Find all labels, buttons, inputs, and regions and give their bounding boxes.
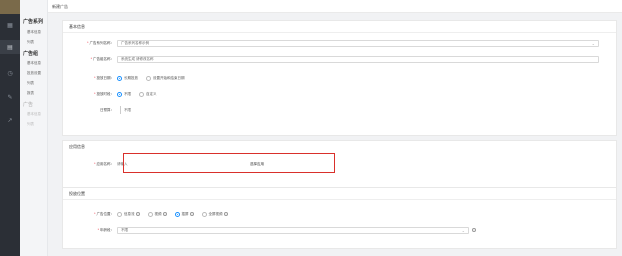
placement-header: 投放位置 bbox=[63, 188, 616, 200]
help-icon[interactable] bbox=[162, 212, 167, 216]
group-name-value: 系统生成 请修改名称 bbox=[121, 56, 154, 61]
group-name-input[interactable]: 系统生成 请修改名称 bbox=[117, 55, 599, 63]
budget-value: 不限 bbox=[124, 107, 131, 112]
radio-dot bbox=[201, 211, 207, 217]
radio-dot bbox=[146, 75, 151, 81]
placement-card: 投放位置 * 广告位置： 信息流 视频 插屏 全屏视频 * 年龄段： 不限 ⌄ bbox=[62, 187, 617, 249]
group-name-row: * 广告组名称： 系统生成 请修改名称 bbox=[63, 54, 599, 64]
age-label: * 年龄段： bbox=[97, 227, 114, 232]
period-label: * 投放时段： bbox=[94, 91, 114, 96]
position-radio-interstitial[interactable]: 插屏 bbox=[174, 211, 194, 217]
icon-rail: ▦ ▤ ◷ ✎ ↗ bbox=[0, 0, 20, 256]
age-select[interactable]: 不限 ⌄ bbox=[117, 226, 469, 234]
radio-dot bbox=[174, 211, 180, 217]
radio-dot bbox=[147, 211, 153, 217]
divider bbox=[120, 106, 121, 114]
campaign-label: * 广告系列名称： bbox=[87, 40, 114, 45]
menu-item-adgroup-list[interactable]: 列表 bbox=[27, 81, 34, 86]
schedule-radio-date-range[interactable]: 设置开始和结束日期 bbox=[146, 75, 185, 81]
position-radio-feed[interactable]: 信息流 bbox=[117, 211, 140, 217]
radio-dot bbox=[117, 75, 122, 81]
age-value: 不限 bbox=[121, 227, 128, 232]
schedule-radio-long-term[interactable]: 长期投放 bbox=[117, 75, 138, 81]
app-info-header: 应用信息 bbox=[69, 144, 85, 149]
campaign-value: 广告系列名称示例 bbox=[121, 40, 149, 45]
position-row: * 广告位置： 信息流 视频 插屏 全屏视频 bbox=[63, 209, 236, 219]
position-radio-fullscreen[interactable]: 全屏视频 bbox=[201, 211, 228, 217]
menu-item-adgroup-basic[interactable]: 基本信息 bbox=[27, 61, 41, 66]
radio-dot bbox=[117, 91, 122, 97]
radio-dot bbox=[117, 211, 122, 217]
chevron-down-icon: ⌄ bbox=[591, 40, 595, 46]
menu-group-ad: 广告 bbox=[23, 102, 34, 108]
age-row: * 年龄段： 不限 ⌄ bbox=[63, 225, 476, 235]
document-icon[interactable]: ▤ bbox=[0, 40, 20, 54]
menu-item-adgroup-delivery[interactable]: 投放设置 bbox=[27, 71, 41, 76]
budget-row: 日预算： 不限 bbox=[63, 105, 131, 115]
menu-group-adgroup: 广告组 bbox=[23, 51, 39, 57]
help-icon[interactable] bbox=[135, 212, 140, 216]
breadcrumb[interactable]: 新建广告 bbox=[52, 4, 68, 10]
app-logo bbox=[0, 0, 20, 14]
campaign-select[interactable]: 广告系列名称示例 ⌄ bbox=[117, 39, 599, 47]
basic-info-header: 基本信息 bbox=[63, 21, 616, 33]
schedule-row: * 投放日期： 长期投放 设置开始和结束日期 bbox=[63, 73, 193, 83]
menu-item-adgroup-report[interactable]: 报表 bbox=[27, 91, 34, 96]
menu-item-ad-list[interactable]: 列表 bbox=[27, 122, 34, 127]
highlight-box bbox=[123, 153, 335, 173]
position-label: * 广告位置： bbox=[94, 211, 114, 216]
help-icon[interactable] bbox=[223, 212, 228, 216]
secondary-menu: 广告系列 基本信息 列表 广告组 基本信息 投放设置 列表 报表 广告 基本信息… bbox=[20, 0, 48, 256]
help-icon[interactable] bbox=[189, 212, 194, 216]
menu-item-ad-basic[interactable]: 基本信息 bbox=[27, 112, 41, 117]
budget-label: 日预算： bbox=[100, 107, 114, 112]
help-icon[interactable] bbox=[472, 228, 476, 232]
clock-icon[interactable]: ◷ bbox=[6, 69, 14, 77]
period-row: * 投放时段： 不限 自定义 bbox=[63, 89, 165, 99]
main-content: 基本信息 * 广告系列名称： 广告系列名称示例 ⌄ * 广告组名称： 系统生成 … bbox=[48, 13, 622, 256]
position-radio-video[interactable]: 视频 bbox=[147, 211, 167, 217]
period-radio-custom[interactable]: 自定义 bbox=[139, 91, 157, 97]
grid-icon[interactable]: ▦ bbox=[6, 21, 14, 29]
pencil-icon[interactable]: ✎ bbox=[6, 93, 14, 101]
radio-dot bbox=[139, 91, 144, 97]
chevron-down-icon: ⌄ bbox=[461, 227, 465, 233]
basic-info-card: 基本信息 * 广告系列名称： 广告系列名称示例 ⌄ * 广告组名称： 系统生成 … bbox=[62, 20, 617, 136]
chart-icon[interactable]: ↗ bbox=[6, 116, 14, 124]
campaign-row: * 广告系列名称： 广告系列名称示例 ⌄ bbox=[63, 38, 599, 48]
menu-item-campaign-list[interactable]: 列表 bbox=[27, 40, 34, 45]
app-name-label: * 应用名称： bbox=[94, 161, 114, 166]
menu-item-campaign-basic[interactable]: 基本信息 bbox=[27, 30, 41, 35]
group-name-label: * 广告组名称： bbox=[90, 56, 114, 61]
schedule-label: * 投放日期： bbox=[94, 75, 114, 80]
menu-group-campaign: 广告系列 bbox=[23, 19, 44, 25]
top-bar: 新建广告 bbox=[48, 0, 622, 13]
period-radio-unlimited[interactable]: 不限 bbox=[117, 91, 131, 97]
